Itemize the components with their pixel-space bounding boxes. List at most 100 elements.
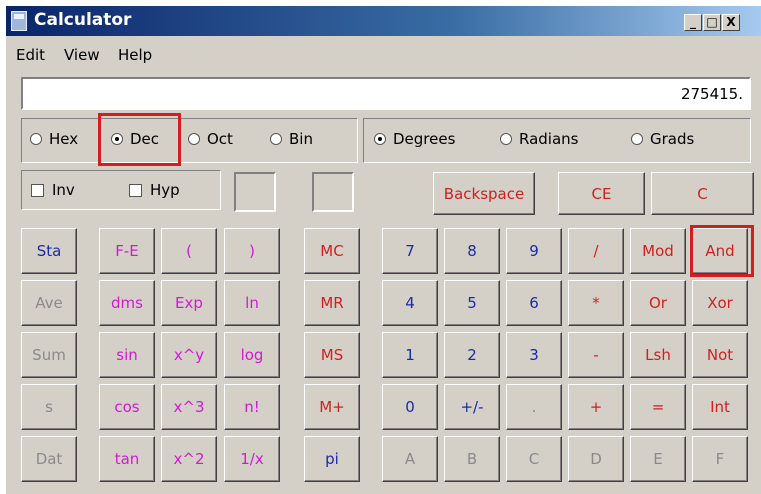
key-f-button[interactable]: F [692, 436, 748, 482]
calculator-icon [11, 11, 27, 31]
key-divide-button[interactable]: / [568, 228, 624, 274]
key-equals-button[interactable]: = [630, 384, 686, 430]
radio-dec[interactable]: Dec [111, 130, 159, 148]
radio-label-degrees: Degrees [393, 130, 456, 148]
minimize-button[interactable]: _ [684, 14, 702, 31]
key-d-button[interactable]: D [568, 436, 624, 482]
stat-s-button[interactable]: s [21, 384, 77, 430]
sci-ln-button[interactable]: ln [224, 280, 280, 326]
radio-degrees[interactable]: Degrees [374, 130, 455, 148]
radio-label-bin: Bin [289, 130, 313, 148]
sci-tan-button[interactable]: tan [99, 436, 155, 482]
radio-dot [270, 133, 282, 145]
sci-dms-button[interactable]: dms [99, 280, 155, 326]
sci-sin-button[interactable]: sin [99, 332, 155, 378]
key-2-button[interactable]: 2 [444, 332, 500, 378]
key-or-button[interactable]: Or [630, 280, 686, 326]
sci-x-y-button[interactable]: x^y [161, 332, 217, 378]
sci-sym-button[interactable]: ( [161, 228, 217, 274]
radio-bin[interactable]: Bin [270, 130, 313, 148]
inv-label: Inv [52, 181, 75, 199]
key-6-button[interactable]: 6 [506, 280, 562, 326]
title-bar[interactable]: Calculator _ □ X [6, 6, 761, 36]
radio-label-radians: Radians [519, 130, 579, 148]
memory-indicator [234, 172, 276, 212]
radio-label-oct: Oct [207, 130, 233, 148]
key-decimal-button[interactable]: . [506, 384, 562, 430]
calculator-window: Calculator _ □ X Edit View Help 275415. … [6, 6, 761, 494]
sci-1-x-button[interactable]: 1/x [224, 436, 280, 482]
key-3-button[interactable]: 3 [506, 332, 562, 378]
radio-dot [631, 133, 643, 145]
close-button[interactable]: X [722, 14, 740, 31]
stat-sta-button[interactable]: Sta [21, 228, 77, 274]
menu-edit[interactable]: Edit [16, 46, 45, 64]
key-b-button[interactable]: B [444, 436, 500, 482]
display-field[interactable]: 275415. [21, 77, 751, 110]
memory-pi-button[interactable]: pi [304, 436, 360, 482]
sci-sym-button[interactable]: ) [224, 228, 280, 274]
key-c-button[interactable]: C [506, 436, 562, 482]
radio-label-hex: Hex [49, 130, 79, 148]
sci-x-3-button[interactable]: x^3 [161, 384, 217, 430]
key-subtract-button[interactable]: - [568, 332, 624, 378]
c-button[interactable]: C [651, 172, 754, 215]
key-7-button[interactable]: 7 [382, 228, 438, 274]
key-e-button[interactable]: E [630, 436, 686, 482]
sci-exp-button[interactable]: Exp [161, 280, 217, 326]
key-9-button[interactable]: 9 [506, 228, 562, 274]
checkbox-box [129, 183, 142, 197]
sci-cos-button[interactable]: cos [99, 384, 155, 430]
key-add-button[interactable]: + [568, 384, 624, 430]
key-0-button[interactable]: 0 [382, 384, 438, 430]
window-title: Calculator [34, 10, 132, 30]
radio-dot [500, 133, 512, 145]
ce-button[interactable]: CE [558, 172, 645, 215]
radio-dot [111, 133, 123, 145]
radio-oct[interactable]: Oct [188, 130, 233, 148]
backspace-button[interactable]: Backspace [433, 172, 535, 215]
menu-view[interactable]: View [64, 46, 100, 64]
key-mod-button[interactable]: Mod [630, 228, 686, 274]
sci-n-button[interactable]: n! [224, 384, 280, 430]
memory-mr-button[interactable]: MR [304, 280, 360, 326]
inv-checkbox[interactable]: Inv [31, 181, 75, 199]
key-lsh-button[interactable]: Lsh [630, 332, 686, 378]
parenthesis-indicator [312, 172, 354, 212]
sci-f-e-button[interactable]: F-E [99, 228, 155, 274]
stat-ave-button[interactable]: Ave [21, 280, 77, 326]
key-int-button[interactable]: Int [692, 384, 748, 430]
key-and-button[interactable]: And [692, 228, 748, 274]
key-multiply-button[interactable]: * [568, 280, 624, 326]
radio-dot [188, 133, 200, 145]
stat-sum-button[interactable]: Sum [21, 332, 77, 378]
key-a-button[interactable]: A [382, 436, 438, 482]
memory-m-button[interactable]: M+ [304, 384, 360, 430]
radio-radians[interactable]: Radians [500, 130, 579, 148]
radio-dot [374, 133, 386, 145]
menu-bar: Edit View Help [6, 36, 761, 74]
key-8-button[interactable]: 8 [444, 228, 500, 274]
hyp-checkbox[interactable]: Hyp [129, 181, 180, 199]
key-4-button[interactable]: 4 [382, 280, 438, 326]
sci-x-2-button[interactable]: x^2 [161, 436, 217, 482]
key-5-button[interactable]: 5 [444, 280, 500, 326]
memory-mc-button[interactable]: MC [304, 228, 360, 274]
sci-log-button[interactable]: log [224, 332, 280, 378]
key-1-button[interactable]: 1 [382, 332, 438, 378]
hyp-label: Hyp [150, 181, 180, 199]
stat-dat-button[interactable]: Dat [21, 436, 77, 482]
maximize-button[interactable]: □ [703, 14, 721, 31]
checkbox-box [31, 183, 44, 197]
key-xor-button[interactable]: Xor [692, 280, 748, 326]
display-value: 275415. [680, 85, 743, 103]
radio-hex[interactable]: Hex [30, 130, 78, 148]
radio-grads[interactable]: Grads [631, 130, 694, 148]
key-not-button[interactable]: Not [692, 332, 748, 378]
radio-label-grads: Grads [650, 130, 695, 148]
radio-dot [30, 133, 42, 145]
memory-ms-button[interactable]: MS [304, 332, 360, 378]
radio-label-dec: Dec [130, 130, 160, 148]
menu-help[interactable]: Help [118, 46, 152, 64]
key-negate-button[interactable]: +/- [444, 384, 500, 430]
